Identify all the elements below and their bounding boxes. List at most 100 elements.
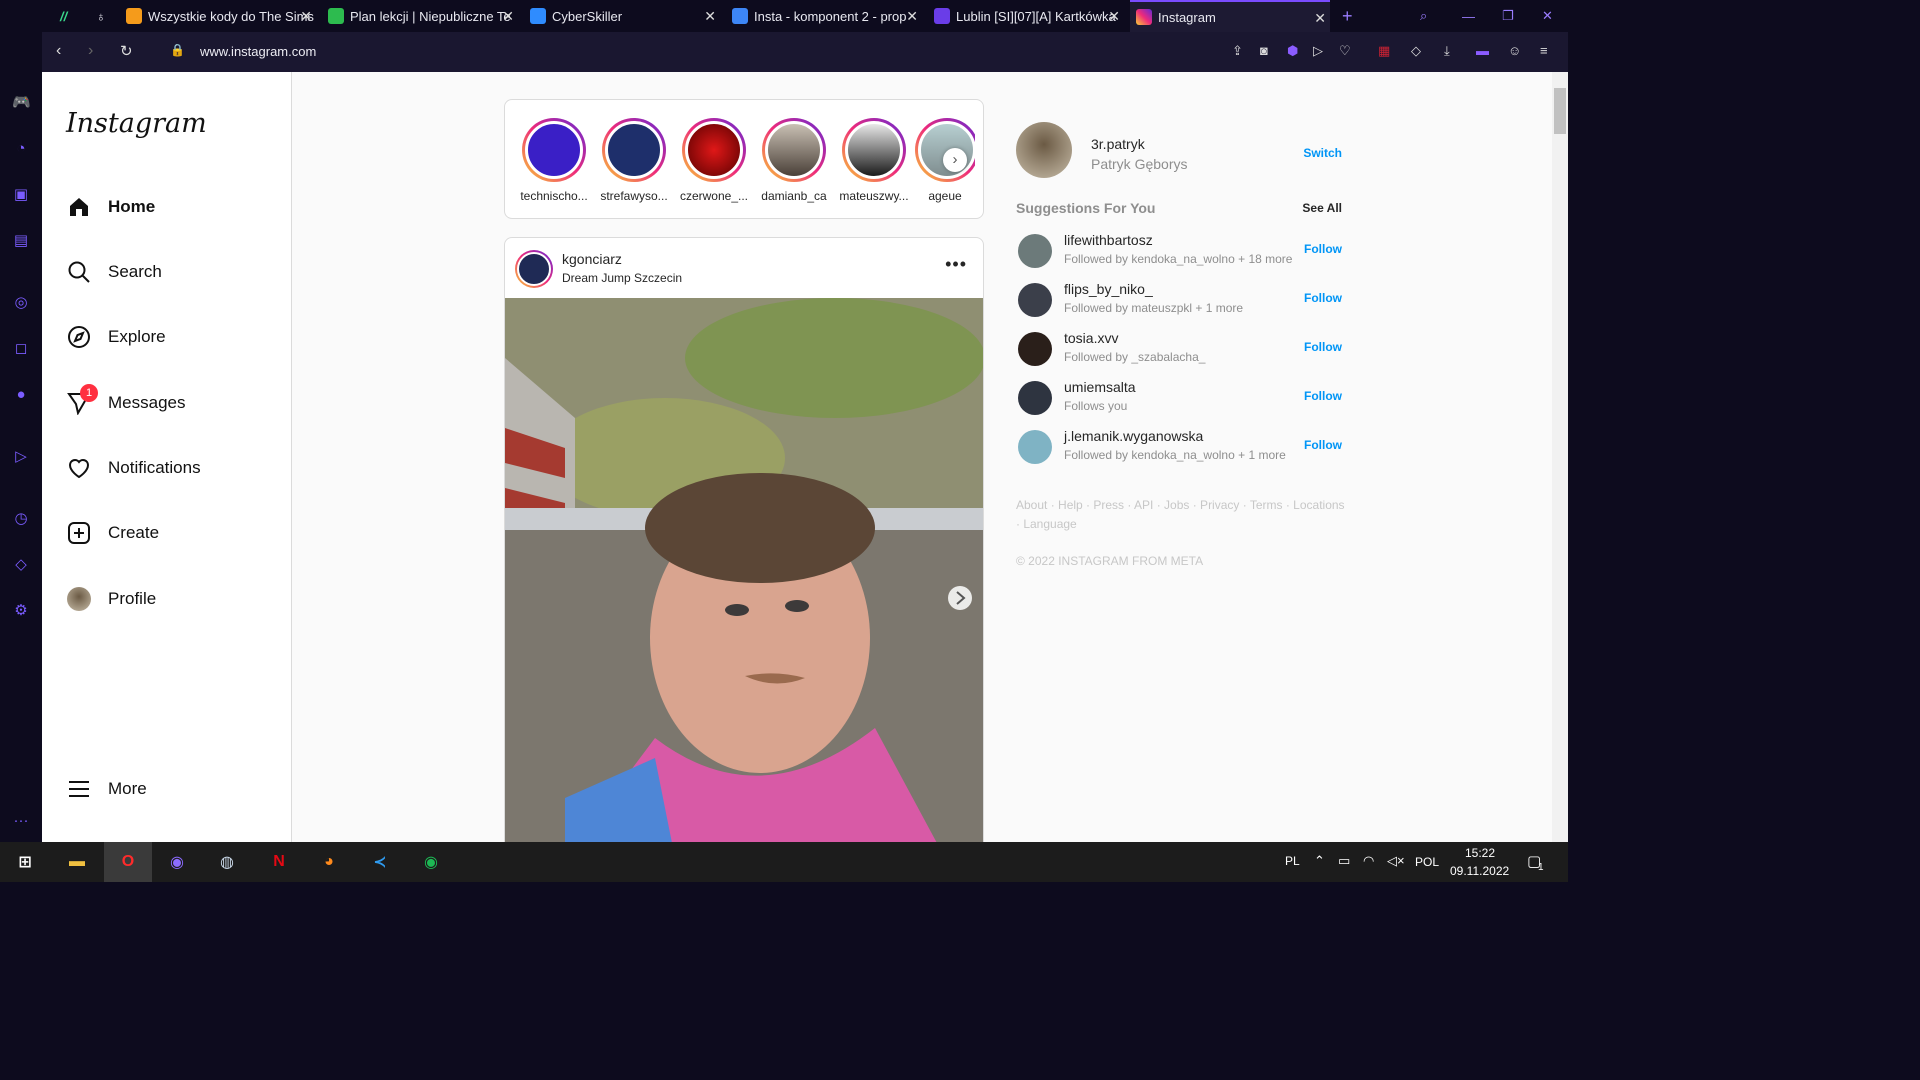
windows-start-icon[interactable]: ⊞ [10,848,40,876]
close-tab-icon[interactable]: ✕ [704,8,716,25]
my-username[interactable]: 3r.patryk [1091,136,1145,152]
avatar[interactable] [515,250,553,288]
twitch-icon[interactable]: ▤ [12,232,30,250]
pinned-tab-icon[interactable]: // [54,0,90,32]
avatar[interactable] [1018,430,1052,464]
clock-date[interactable]: 09.11.2022 [1450,864,1509,878]
close-tab-icon[interactable]: ✕ [300,8,312,25]
follow-button[interactable]: Follow [1304,291,1342,305]
avatar[interactable] [1018,283,1052,317]
settings-icon[interactable]: ⚙ [12,602,30,620]
netflix-icon[interactable]: N [264,848,294,876]
suggestion-username[interactable]: umiemsalta [1064,379,1136,395]
back-icon[interactable]: ‹ [56,42,61,60]
vscode-icon[interactable]: ≺ [365,848,395,876]
follow-button[interactable]: Follow [1304,389,1342,403]
history-icon[interactable]: ◷ [12,510,30,528]
twitter-icon[interactable]: ● [12,386,30,404]
nav-profile[interactable]: Profile [66,586,156,612]
sidebar-more-icon[interactable]: ··· [12,812,30,830]
tab-instagram[interactable]: Instagram ✕ [1130,0,1330,32]
avatar[interactable] [1018,234,1052,268]
tab-sims[interactable]: Wszystkie kody do The Sims ✕ [120,0,316,32]
send-icon[interactable]: ▷ [1313,43,1323,59]
scrollbar-thumb[interactable] [1554,88,1566,134]
close-tab-icon[interactable]: ✕ [1108,8,1120,25]
battery-saver-icon[interactable]: ▬ [1476,43,1489,58]
post-location[interactable]: Dream Jump Szczecin [562,271,682,285]
volume-muted-icon[interactable]: ◁× [1387,853,1405,869]
easy-setup-icon[interactable]: ≡ [1540,43,1548,58]
spotify-icon[interactable]: ◉ [416,848,446,876]
instagram-logo[interactable]: Instagram [66,108,207,139]
avatar[interactable] [1016,122,1072,178]
vpn-icon[interactable]: ⬢ [1287,43,1298,59]
input-language[interactable]: POL [1415,855,1439,869]
wifi-icon[interactable]: ◠ [1363,853,1374,869]
close-tab-icon[interactable]: ✕ [502,8,514,25]
nav-explore[interactable]: Explore [66,324,166,350]
tab-plan[interactable]: Plan lekcji | Niepubliczne Te ✕ [322,0,518,32]
nav-search[interactable]: Search [66,259,162,285]
close-tab-icon[interactable]: ✕ [906,8,918,25]
url-field[interactable]: www.instagram.com [200,44,316,59]
story-item[interactable]: technischo... [515,118,593,203]
download-icon[interactable]: ⤓ [1444,43,1450,59]
firefox-icon[interactable]: ◕ [314,848,344,876]
page-scrollbar[interactable] [1552,72,1568,842]
tab-lublin[interactable]: Lublin [SI][07][A] Kartkówka ✕ [928,0,1124,32]
speed-dial-icon[interactable]: ◔ [12,140,30,158]
steam-icon[interactable]: ◍ [212,848,242,876]
forward-icon[interactable]: › [88,42,93,60]
file-explorer-icon[interactable]: ▬ [62,848,92,876]
gaming-icon[interactable]: 🎮 [12,94,31,112]
tab-insta-komponent[interactable]: Insta - komponent 2 - prop ✕ [726,0,922,32]
cube-icon[interactable]: ◇ [1411,43,1421,59]
follow-button[interactable]: Follow [1304,242,1342,256]
messenger-icon[interactable]: ◎ [12,294,30,312]
stories-next-icon[interactable]: › [943,148,967,172]
bag-icon[interactable]: ▣ [12,186,30,204]
suggestion-username[interactable]: lifewithbartosz [1064,232,1153,248]
nav-home[interactable]: Home [66,194,155,220]
battery-icon[interactable]: ▭ [1338,853,1350,869]
close-window-button[interactable]: ✕ [1536,0,1560,32]
more-options-icon[interactable]: ••• [945,254,967,275]
cube-icon[interactable]: ◇ [12,556,30,574]
close-tab-icon[interactable]: ✕ [1314,10,1326,27]
avatar[interactable] [1018,381,1052,415]
restore-button[interactable]: ❐ [1496,0,1520,32]
post-photo[interactable] [505,298,983,846]
footer-links[interactable]: About · Help · Press · API · Jobs · Priv… [1016,496,1346,534]
tab-search-icon[interactable]: ⌕ [1414,0,1438,32]
instagram-sidebar-icon[interactable]: ◻ [12,340,30,358]
player-icon[interactable]: ▷ [12,448,30,466]
nav-notifications[interactable]: Notifications [66,455,201,481]
extension-icon[interactable]: ▦ [1378,43,1390,59]
story-item[interactable]: strefawyso... [595,118,673,203]
post-username[interactable]: kgonciarz [562,251,622,267]
keyboard-layout[interactable]: PL [1285,854,1300,868]
opera-taskbar-icon[interactable]: O [104,842,152,882]
story-item[interactable]: damianb_ca [755,118,833,203]
nav-create[interactable]: Create [66,520,159,546]
nav-more[interactable]: More [66,776,147,802]
camera-icon[interactable]: ◙ [1260,43,1268,58]
avatar[interactable] [1018,332,1052,366]
clock-time[interactable]: 15:22 [1465,846,1495,860]
suggestion-username[interactable]: j.lemanik.wyganowska [1064,428,1203,444]
suggestion-username[interactable]: tosia.xvv [1064,330,1118,346]
profile-icon[interactable]: ☺ [1508,43,1521,58]
minimize-button[interactable]: — [1456,0,1480,32]
pinned-tab-icon[interactable]: ♁ [90,0,120,32]
follow-button[interactable]: Follow [1304,340,1342,354]
reload-icon[interactable]: ↻ [120,42,133,60]
heart-icon[interactable]: ♡ [1339,43,1351,59]
follow-button[interactable]: Follow [1304,438,1342,452]
discord-icon[interactable]: ◉ [162,848,192,876]
suggestion-username[interactable]: flips_by_niko_ [1064,281,1153,297]
see-all-link[interactable]: See All [1302,201,1342,215]
new-tab-button[interactable]: + [1336,0,1360,32]
share-icon[interactable]: ⇪ [1232,43,1243,59]
story-item[interactable]: mateuszwy... [835,118,913,203]
